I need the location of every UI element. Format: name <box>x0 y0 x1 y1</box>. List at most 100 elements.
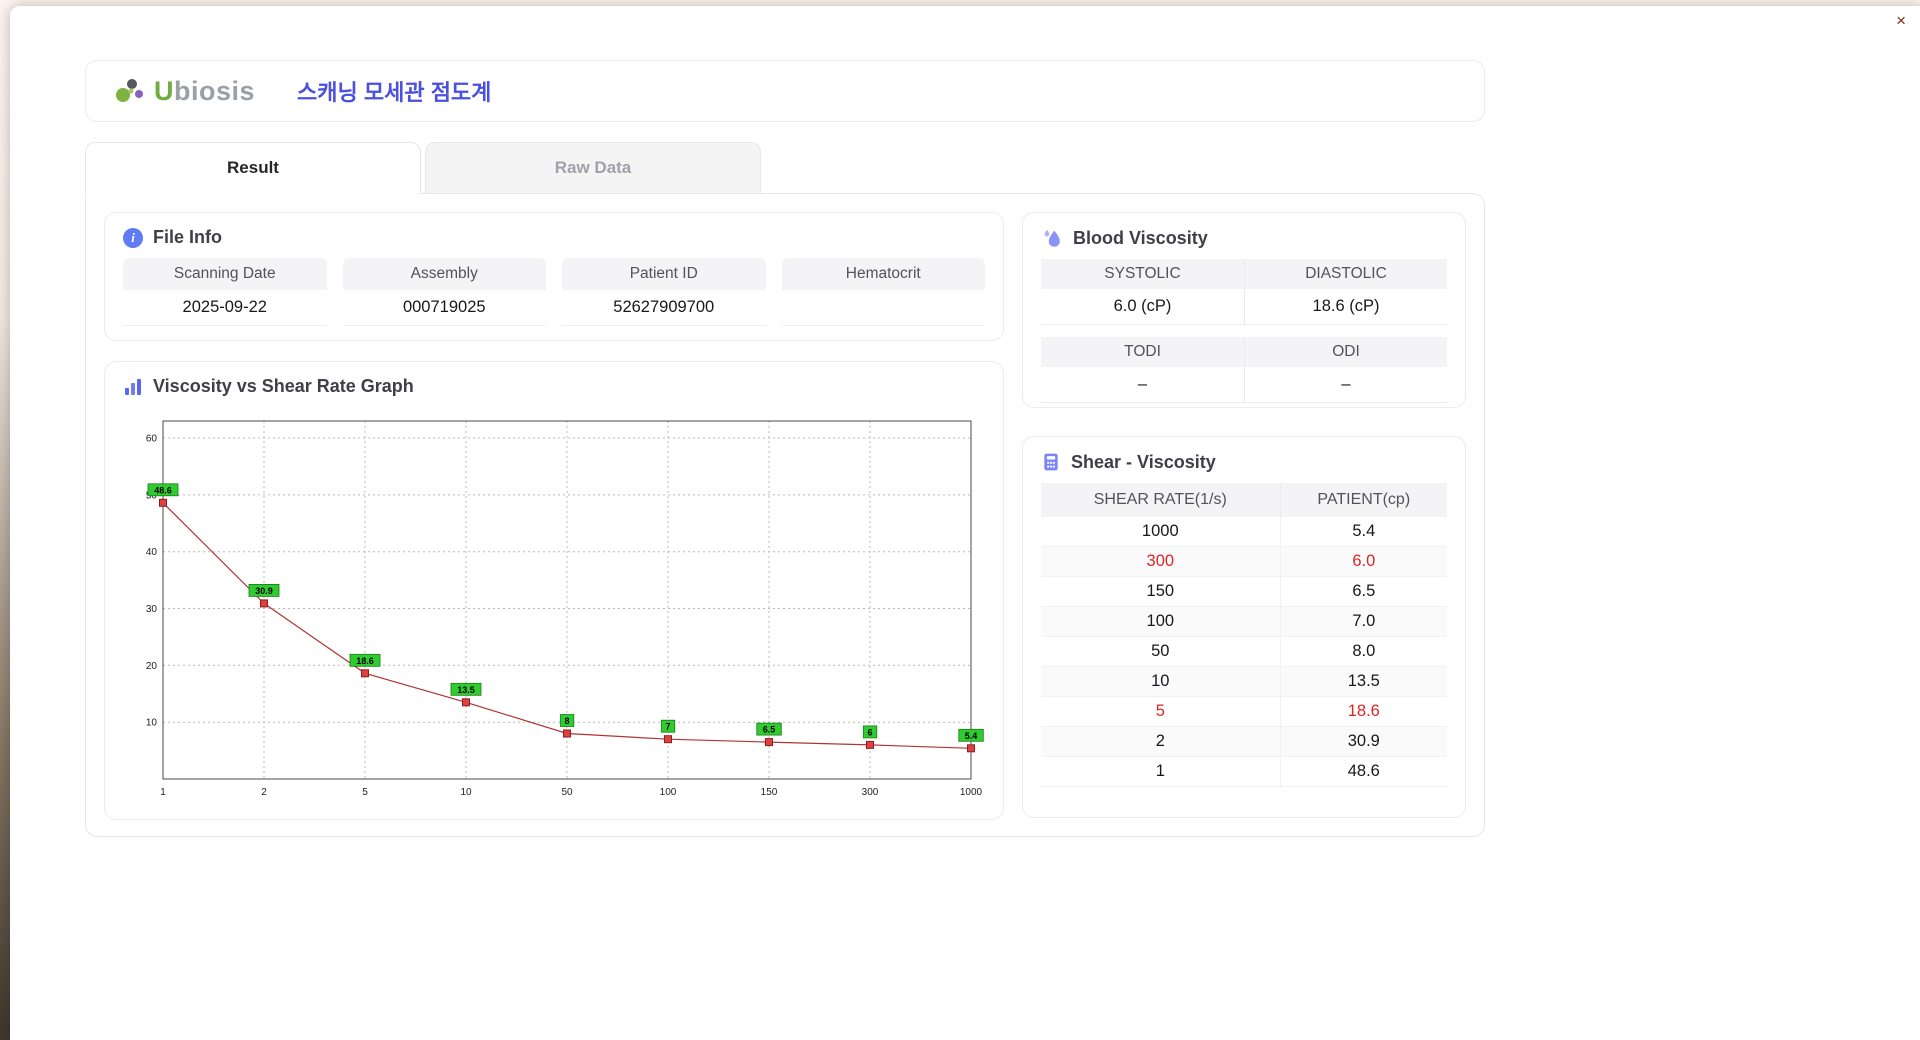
right-column: Blood Viscosity SYSTOLIC DIASTOLIC 6.0 (… <box>1022 212 1466 818</box>
desktop-background: × Ubiosis 스캐닝 모세관 점도계 Result Raw Data i … <box>0 0 1920 1040</box>
bv-header-right: ODI <box>1244 337 1447 367</box>
svg-text:2: 2 <box>261 787 267 798</box>
svg-text:100: 100 <box>660 787 677 798</box>
close-button[interactable]: × <box>1892 8 1910 33</box>
shear-rate-cell: 10 <box>1041 666 1281 697</box>
logo-text-u: U <box>154 75 174 106</box>
graph-header: Viscosity vs Shear Rate Graph <box>123 376 985 397</box>
svg-text:18.6: 18.6 <box>356 656 374 666</box>
svg-text:300: 300 <box>862 787 879 798</box>
graph-panel: Viscosity vs Shear Rate Graph 10 20 30 40 50… <box>104 361 1004 820</box>
tab-raw-data[interactable]: Raw Data <box>425 142 761 194</box>
bv-value-left: – <box>1041 367 1244 403</box>
svg-text:7: 7 <box>665 722 670 732</box>
file-info-field: Hematocrit <box>781 258 985 326</box>
shear-rate-cell: 5 <box>1041 696 1281 727</box>
bar-chart-icon <box>125 378 141 395</box>
graph-title: Viscosity vs Shear Rate Graph <box>153 376 414 396</box>
viscosity-chart: 1020304050601251050100150300100048.630.9… <box>146 420 984 798</box>
shear-rate-cell: 1000 <box>1041 517 1281 547</box>
table-row: 2 30.9 <box>1041 726 1447 757</box>
svg-text:60: 60 <box>146 434 158 445</box>
svg-text:50: 50 <box>561 787 573 798</box>
shear-viscosity-header: Shear - Viscosity <box>1041 451 1447 473</box>
svg-text:13.5: 13.5 <box>457 685 475 695</box>
table-row: 10 13.5 <box>1041 666 1447 697</box>
droplet-icon <box>1044 229 1060 247</box>
blood-viscosity-group: TODI ODI – – <box>1041 337 1447 403</box>
field-label: Scanning Date <box>123 258 327 290</box>
tab-label: Result <box>227 158 279 177</box>
field-value: 2025-09-22 <box>123 290 327 326</box>
shear-viscosity-title: Shear - Viscosity <box>1071 451 1216 472</box>
bv-header-left: TODI <box>1041 337 1244 367</box>
patient-cell: 13.5 <box>1280 666 1447 697</box>
blood-viscosity-header: Blood Viscosity <box>1041 227 1447 249</box>
page-title: 스캐닝 모세관 점도계 <box>297 80 492 105</box>
bv-header-left: SYSTOLIC <box>1041 259 1244 289</box>
patient-cell: 6.0 <box>1280 546 1447 577</box>
patient-column-header: PATIENT(cp) <box>1280 483 1447 517</box>
svg-text:10: 10 <box>146 718 158 729</box>
field-label: Hematocrit <box>781 258 985 290</box>
blood-viscosity-group: SYSTOLIC DIASTOLIC 6.0 (cP) 18.6 (cP) <box>1041 259 1447 325</box>
file-info-title: File Info <box>153 227 222 247</box>
table-row: 300 6.0 <box>1041 546 1447 577</box>
shear-rate-cell: 1 <box>1041 756 1281 787</box>
tab-label: Raw Data <box>554 158 632 177</box>
file-info-fields: Scanning Date 2025-09-22 Assembly 000719… <box>123 258 985 326</box>
shear-viscosity-panel: Shear - Viscosity SHEAR RATE(1/s) PATIEN… <box>1022 436 1466 818</box>
blood-viscosity-grid: SYSTOLIC DIASTOLIC 6.0 (cP) 18.6 (cP) TO… <box>1041 259 1447 403</box>
field-label: Patient ID <box>562 258 766 290</box>
bv-value-right: 18.6 (cP) <box>1244 289 1447 325</box>
logo-text: Ubiosis <box>154 76 255 107</box>
main-panel: i File Info Scanning Date 2025-09-22 Ass… <box>85 193 1485 837</box>
field-value: 52627909700 <box>562 290 766 326</box>
calculator-icon <box>1044 453 1058 471</box>
shear-rate-cell: 2 <box>1041 726 1281 757</box>
table-row: 1000 5.4 <box>1041 517 1447 547</box>
file-info-panel: i File Info Scanning Date 2025-09-22 Ass… <box>104 212 1004 341</box>
table-row: 1 48.6 <box>1041 756 1447 787</box>
file-info-field: Patient ID 52627909700 <box>562 258 766 326</box>
shear-rate-cell: 300 <box>1041 546 1281 577</box>
table-row: 150 6.5 <box>1041 576 1447 607</box>
file-info-field: Scanning Date 2025-09-22 <box>123 258 327 326</box>
file-info-header: i File Info <box>123 227 985 248</box>
bv-value-left: 6.0 (cP) <box>1041 289 1244 325</box>
patient-cell: 18.6 <box>1280 696 1447 727</box>
logo-text-rest: biosis <box>174 75 256 106</box>
table-header-row: SHEAR RATE(1/s) PATIENT(cp) <box>1041 483 1447 517</box>
patient-cell: 30.9 <box>1280 726 1447 757</box>
shear-rate-cell: 100 <box>1041 606 1281 637</box>
svg-text:6.5: 6.5 <box>763 725 776 735</box>
svg-text:8: 8 <box>564 716 569 726</box>
svg-text:1000: 1000 <box>960 787 983 798</box>
bv-header-right: DIASTOLIC <box>1244 259 1447 289</box>
patient-cell: 5.4 <box>1280 517 1447 547</box>
shear-rate-cell: 150 <box>1041 576 1281 607</box>
field-value <box>781 290 985 326</box>
ubiosis-logo: Ubiosis <box>114 76 255 107</box>
svg-text:5.4: 5.4 <box>965 731 978 741</box>
shear-rate-cell: 50 <box>1041 636 1281 667</box>
svg-text:40: 40 <box>146 547 158 558</box>
tab-result[interactable]: Result <box>85 142 421 194</box>
patient-cell: 6.5 <box>1280 576 1447 607</box>
table-row: 5 18.6 <box>1041 696 1447 727</box>
field-value: 000719025 <box>342 290 546 326</box>
table-row: 50 8.0 <box>1041 636 1447 667</box>
blood-viscosity-panel: Blood Viscosity SYSTOLIC DIASTOLIC 6.0 (… <box>1022 212 1466 408</box>
app-shell: Ubiosis 스캐닝 모세관 점도계 Result Raw Data i Fi… <box>85 60 1485 837</box>
shear-rate-column-header: SHEAR RATE(1/s) <box>1041 483 1281 517</box>
svg-text:6: 6 <box>867 727 872 737</box>
patient-cell: 7.0 <box>1280 606 1447 637</box>
svg-text:20: 20 <box>146 661 158 672</box>
svg-text:48.6: 48.6 <box>154 485 172 495</box>
tab-bar: Result Raw Data <box>85 142 1485 194</box>
patient-cell: 48.6 <box>1280 756 1447 787</box>
app-header: Ubiosis 스캐닝 모세관 점도계 <box>85 60 1485 122</box>
patient-cell: 8.0 <box>1280 636 1447 667</box>
svg-text:1: 1 <box>160 787 166 798</box>
svg-text:30: 30 <box>146 604 158 615</box>
